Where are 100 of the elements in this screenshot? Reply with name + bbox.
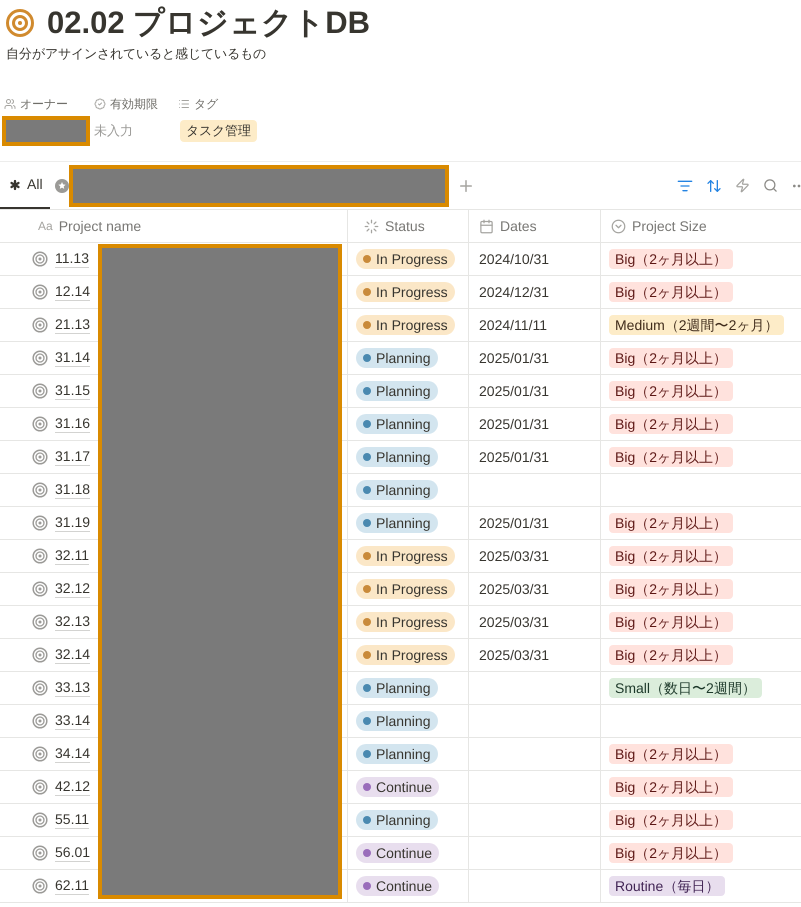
target-icon — [32, 581, 48, 597]
date-cell-text: 2025/01/31 — [479, 348, 550, 368]
size-tag: Big（2ヶ月以上） — [609, 843, 734, 863]
target-icon — [32, 680, 48, 696]
target-icon — [32, 482, 48, 498]
target-icon — [32, 812, 48, 828]
target-icon — [32, 284, 48, 300]
size-tag: Big（2ヶ月以上） — [609, 810, 734, 830]
people-icon — [4, 98, 16, 110]
size-tag: Big（2ヶ月以上） — [609, 744, 734, 764]
target-icon — [32, 548, 48, 564]
size-tag: Big（2ヶ月以上） — [609, 348, 734, 368]
column-header[interactable]: Aa Project name — [0, 210, 347, 242]
project-name[interactable]: 31.16 — [55, 415, 90, 433]
filter-icon[interactable] — [677, 178, 693, 194]
text-type-icon: Aa — [38, 217, 53, 235]
status-pill: Continue — [356, 777, 440, 797]
size-tag: Big（2ヶ月以上） — [609, 777, 734, 797]
target-icon — [32, 383, 48, 399]
search-icon[interactable] — [763, 178, 778, 193]
status-pill: Planning — [356, 381, 438, 401]
project-name[interactable]: 31.15 — [55, 382, 90, 400]
project-name[interactable]: 31.19 — [55, 514, 90, 532]
status-pill: Planning — [356, 348, 438, 368]
project-name[interactable]: 34.14 — [55, 745, 90, 763]
project-name[interactable]: 32.13 — [55, 613, 90, 631]
size-tag: Big（2ヶ月以上） — [609, 645, 734, 665]
target-icon — [32, 317, 48, 333]
size-tag: Big（2ヶ月以上） — [609, 612, 734, 632]
size-tag: Big（2ヶ月以上） — [609, 282, 734, 302]
sort-icon[interactable] — [706, 178, 722, 194]
project-name[interactable]: 12.14 — [55, 283, 90, 301]
project-name[interactable]: 42.12 — [55, 778, 90, 796]
view-tab[interactable]: All — [0, 162, 50, 209]
status-pill: In Progress — [356, 282, 455, 302]
status-pill: Planning — [356, 447, 438, 467]
target-icon — [32, 779, 48, 795]
project-name[interactable]: 62.11 — [55, 877, 89, 895]
status-pill: In Progress — [356, 315, 455, 335]
status-pill: Continue — [356, 843, 440, 863]
date-cell-text: 2025/03/31 — [479, 612, 550, 632]
column-header[interactable]: Dates — [468, 210, 600, 242]
size-tag: Big（2ヶ月以上） — [609, 414, 734, 434]
size-tag: Big（2ヶ月以上） — [609, 579, 734, 599]
status-pill: Planning — [356, 513, 438, 533]
status-pill: In Progress — [356, 645, 455, 665]
project-name[interactable]: 31.17 — [55, 448, 90, 466]
date-cell-text: 2025/03/31 — [479, 646, 550, 664]
project-name[interactable]: 33.14 — [55, 712, 90, 730]
status-pill: In Progress — [356, 546, 455, 566]
target-icon — [32, 251, 48, 267]
size-tag: Big（2ヶ月以上） — [609, 546, 734, 566]
size-tag: Medium（2週間〜2ヶ月） — [609, 315, 784, 335]
calendar-icon — [479, 218, 494, 234]
status-pill: In Progress — [356, 612, 455, 632]
project-name[interactable]: 31.14 — [55, 349, 90, 367]
page-description: 自分がアサインされていると感じているもの — [5, 45, 267, 63]
target-icon — [32, 713, 48, 729]
property-label: 有効期限 — [110, 96, 158, 113]
size-tag: Routine（毎日） — [609, 876, 726, 896]
status-pill: Planning — [356, 711, 438, 731]
target-icon — [32, 449, 48, 465]
lightning-icon[interactable] — [735, 178, 750, 193]
column-header[interactable]: Status — [347, 210, 468, 242]
status-pill: Planning — [356, 810, 438, 830]
project-name[interactable]: 32.11 — [55, 547, 89, 565]
date-cell-text: 2025/01/31 — [479, 448, 550, 466]
project-name[interactable]: 21.13 — [55, 316, 90, 334]
target-icon — [5, 8, 35, 38]
project-name[interactable]: 32.14 — [55, 646, 90, 664]
status-pill: Planning — [356, 414, 438, 434]
status-pill: Planning — [356, 480, 438, 500]
status-pill: Planning — [356, 744, 438, 764]
project-name[interactable]: 11.13 — [55, 250, 89, 268]
status-pill: In Progress — [356, 579, 455, 599]
target-icon — [32, 845, 48, 861]
size-tag: Big（2ヶ月以上） — [609, 381, 734, 401]
project-name[interactable]: 33.13 — [55, 679, 90, 697]
loader-icon — [364, 218, 379, 234]
date-cell-text: 2025/01/31 — [479, 514, 550, 532]
target-icon — [32, 878, 48, 894]
column-header[interactable]: Project Size — [600, 210, 801, 242]
project-name[interactable]: 55.11 — [55, 811, 89, 829]
project-name[interactable]: 31.18 — [55, 481, 90, 499]
date-cell-text: 2025/01/31 — [479, 382, 550, 400]
property-label: タグ — [194, 96, 218, 113]
target-icon — [32, 515, 48, 531]
badge-check-icon — [94, 98, 106, 110]
date-cell-text: 2024/10/31 — [479, 250, 550, 268]
status-pill: Continue — [356, 876, 440, 896]
project-name[interactable]: 32.12 — [55, 580, 90, 598]
tag[interactable]: タスク管理 — [180, 120, 257, 142]
target-icon — [32, 350, 48, 366]
target-icon — [32, 647, 48, 663]
project-name[interactable]: 56.01 — [55, 844, 90, 862]
size-tag: Big（2ヶ月以上） — [609, 447, 734, 467]
chevron-circle-icon — [611, 218, 626, 234]
target-icon — [32, 746, 48, 762]
date-cell-text: 2024/11/11 — [479, 316, 547, 334]
date-cell-text: 2025/03/31 — [479, 546, 550, 566]
